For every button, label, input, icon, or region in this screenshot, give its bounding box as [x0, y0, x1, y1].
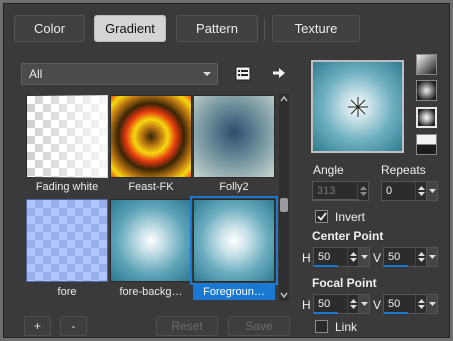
gradient-thumb-foreground[interactable]	[190, 196, 278, 285]
center-v-spinbox[interactable]: 50	[383, 247, 438, 267]
center-h-dropdown-button[interactable]	[358, 248, 369, 266]
chevron-up-icon[interactable]	[280, 96, 288, 102]
rectangular-gradient-style-button[interactable]	[416, 80, 437, 101]
checkmark-icon	[316, 212, 327, 221]
chevron-down-icon[interactable]	[349, 305, 357, 309]
chevron-down-icon	[203, 72, 211, 76]
remove-gradient-button[interactable]: -	[60, 316, 87, 336]
gradient-thumb-feast-fk[interactable]	[110, 95, 192, 178]
gradient-preview[interactable]	[311, 60, 404, 153]
repeats-dropdown-button[interactable]	[426, 182, 437, 200]
center-v-label: V	[373, 251, 382, 265]
focal-h-label: H	[302, 298, 311, 312]
document-list-icon	[235, 66, 251, 80]
focal-h-slider-bar[interactable]	[314, 312, 338, 314]
center-point-marker-icon[interactable]	[347, 96, 369, 118]
resource-manager-button[interactable]	[233, 63, 253, 83]
gradient-label: fore-backg…	[119, 286, 183, 298]
focal-h-stepper[interactable]	[347, 295, 358, 313]
focal-v-value: 50	[388, 298, 401, 310]
gradient-thumb-fore-background[interactable]	[110, 199, 192, 282]
category-dropdown-value: All	[29, 67, 43, 81]
chevron-down-icon[interactable]	[359, 192, 367, 196]
chevron-up-icon[interactable]	[359, 186, 367, 190]
chevron-down-icon	[360, 255, 368, 259]
invert-label: Invert	[335, 210, 366, 224]
gradient-label: Feast-FK	[128, 181, 174, 193]
focal-v-label: V	[373, 298, 382, 312]
add-gradient-button[interactable]: +	[24, 316, 51, 336]
radial-gradient-style-button[interactable]	[416, 134, 437, 155]
invert-checkbox[interactable]	[315, 210, 328, 223]
chevron-up-icon[interactable]	[349, 299, 357, 303]
chevron-down-icon[interactable]	[417, 258, 425, 262]
thumbnail-scrollbar[interactable]	[279, 94, 289, 301]
center-v-slider-bar[interactable]	[384, 265, 408, 267]
more-options-button[interactable]	[269, 63, 289, 83]
center-v-dropdown-button[interactable]	[426, 248, 437, 266]
chevron-up-icon[interactable]	[349, 252, 357, 256]
center-v-stepper[interactable]	[415, 248, 426, 266]
focal-h-value: 50	[318, 298, 331, 310]
arrow-right-icon	[273, 68, 285, 78]
focal-v-spinbox[interactable]: 50	[383, 294, 438, 314]
gradient-label-selected: Foregroun…	[193, 285, 275, 300]
center-v-value: 50	[388, 251, 401, 263]
tab-color[interactable]: Color	[14, 15, 85, 42]
chevron-down-icon[interactable]	[349, 258, 357, 262]
chevron-down-icon	[428, 302, 436, 306]
linear-gradient-style-button[interactable]	[416, 54, 437, 75]
center-h-label: H	[302, 251, 311, 265]
center-h-slider-bar[interactable]	[314, 265, 338, 267]
center-h-stepper[interactable]	[347, 248, 358, 266]
focal-point-label: Focal Point	[312, 276, 377, 290]
chevron-down-icon[interactable]	[417, 305, 425, 309]
scrollbar-thumb[interactable]	[280, 198, 288, 212]
category-dropdown[interactable]: All	[21, 63, 218, 85]
tab-pattern[interactable]: Pattern	[176, 15, 258, 42]
gradient-label: Folly2	[219, 181, 249, 193]
angle-label: Angle	[313, 163, 344, 177]
repeats-stepper[interactable]	[415, 182, 426, 200]
focal-v-slider-bar[interactable]	[384, 312, 408, 314]
center-h-value: 50	[318, 251, 331, 263]
tab-gradient[interactable]: Gradient	[94, 15, 166, 42]
angle-value: 313	[317, 185, 336, 197]
center-point-label: Center Point	[312, 229, 384, 243]
chevron-down-icon[interactable]	[417, 192, 425, 196]
sunburst-gradient-style-button[interactable]	[416, 107, 437, 128]
focal-v-stepper[interactable]	[415, 295, 426, 313]
chevron-up-icon[interactable]	[417, 252, 425, 256]
chevron-down-icon[interactable]	[280, 292, 288, 298]
chevron-down-icon	[360, 302, 368, 306]
focal-v-dropdown-button[interactable]	[426, 295, 437, 313]
repeats-label: Repeats	[381, 163, 426, 177]
focal-h-spinbox[interactable]: 50	[313, 294, 370, 314]
angle-stepper[interactable]	[357, 182, 368, 200]
repeats-spinbox[interactable]: 0	[381, 181, 438, 201]
chevron-up-icon[interactable]	[417, 299, 425, 303]
center-h-spinbox[interactable]: 50	[313, 247, 370, 267]
fading-white-overlay	[26, 95, 108, 178]
fore-overlay	[26, 199, 108, 282]
tab-separator	[264, 18, 265, 40]
link-checkbox[interactable]	[315, 320, 328, 333]
link-label: Link	[335, 320, 358, 334]
angle-spinbox[interactable]: 313	[312, 181, 369, 201]
chevron-down-icon	[428, 189, 436, 193]
focal-h-dropdown-button[interactable]	[358, 295, 369, 313]
gradient-label: fore	[57, 286, 77, 298]
angle-slider-bar[interactable]	[313, 199, 359, 201]
save-button[interactable]: Save	[228, 316, 290, 336]
tab-texture[interactable]: Texture	[272, 15, 360, 42]
gradient-label: Fading white	[35, 181, 99, 193]
chevron-down-icon	[428, 255, 436, 259]
gradient-thumb-folly2[interactable]	[193, 95, 275, 178]
repeats-value: 0	[386, 185, 393, 197]
reset-button[interactable]: Reset	[156, 316, 218, 336]
chevron-up-icon[interactable]	[417, 186, 425, 190]
